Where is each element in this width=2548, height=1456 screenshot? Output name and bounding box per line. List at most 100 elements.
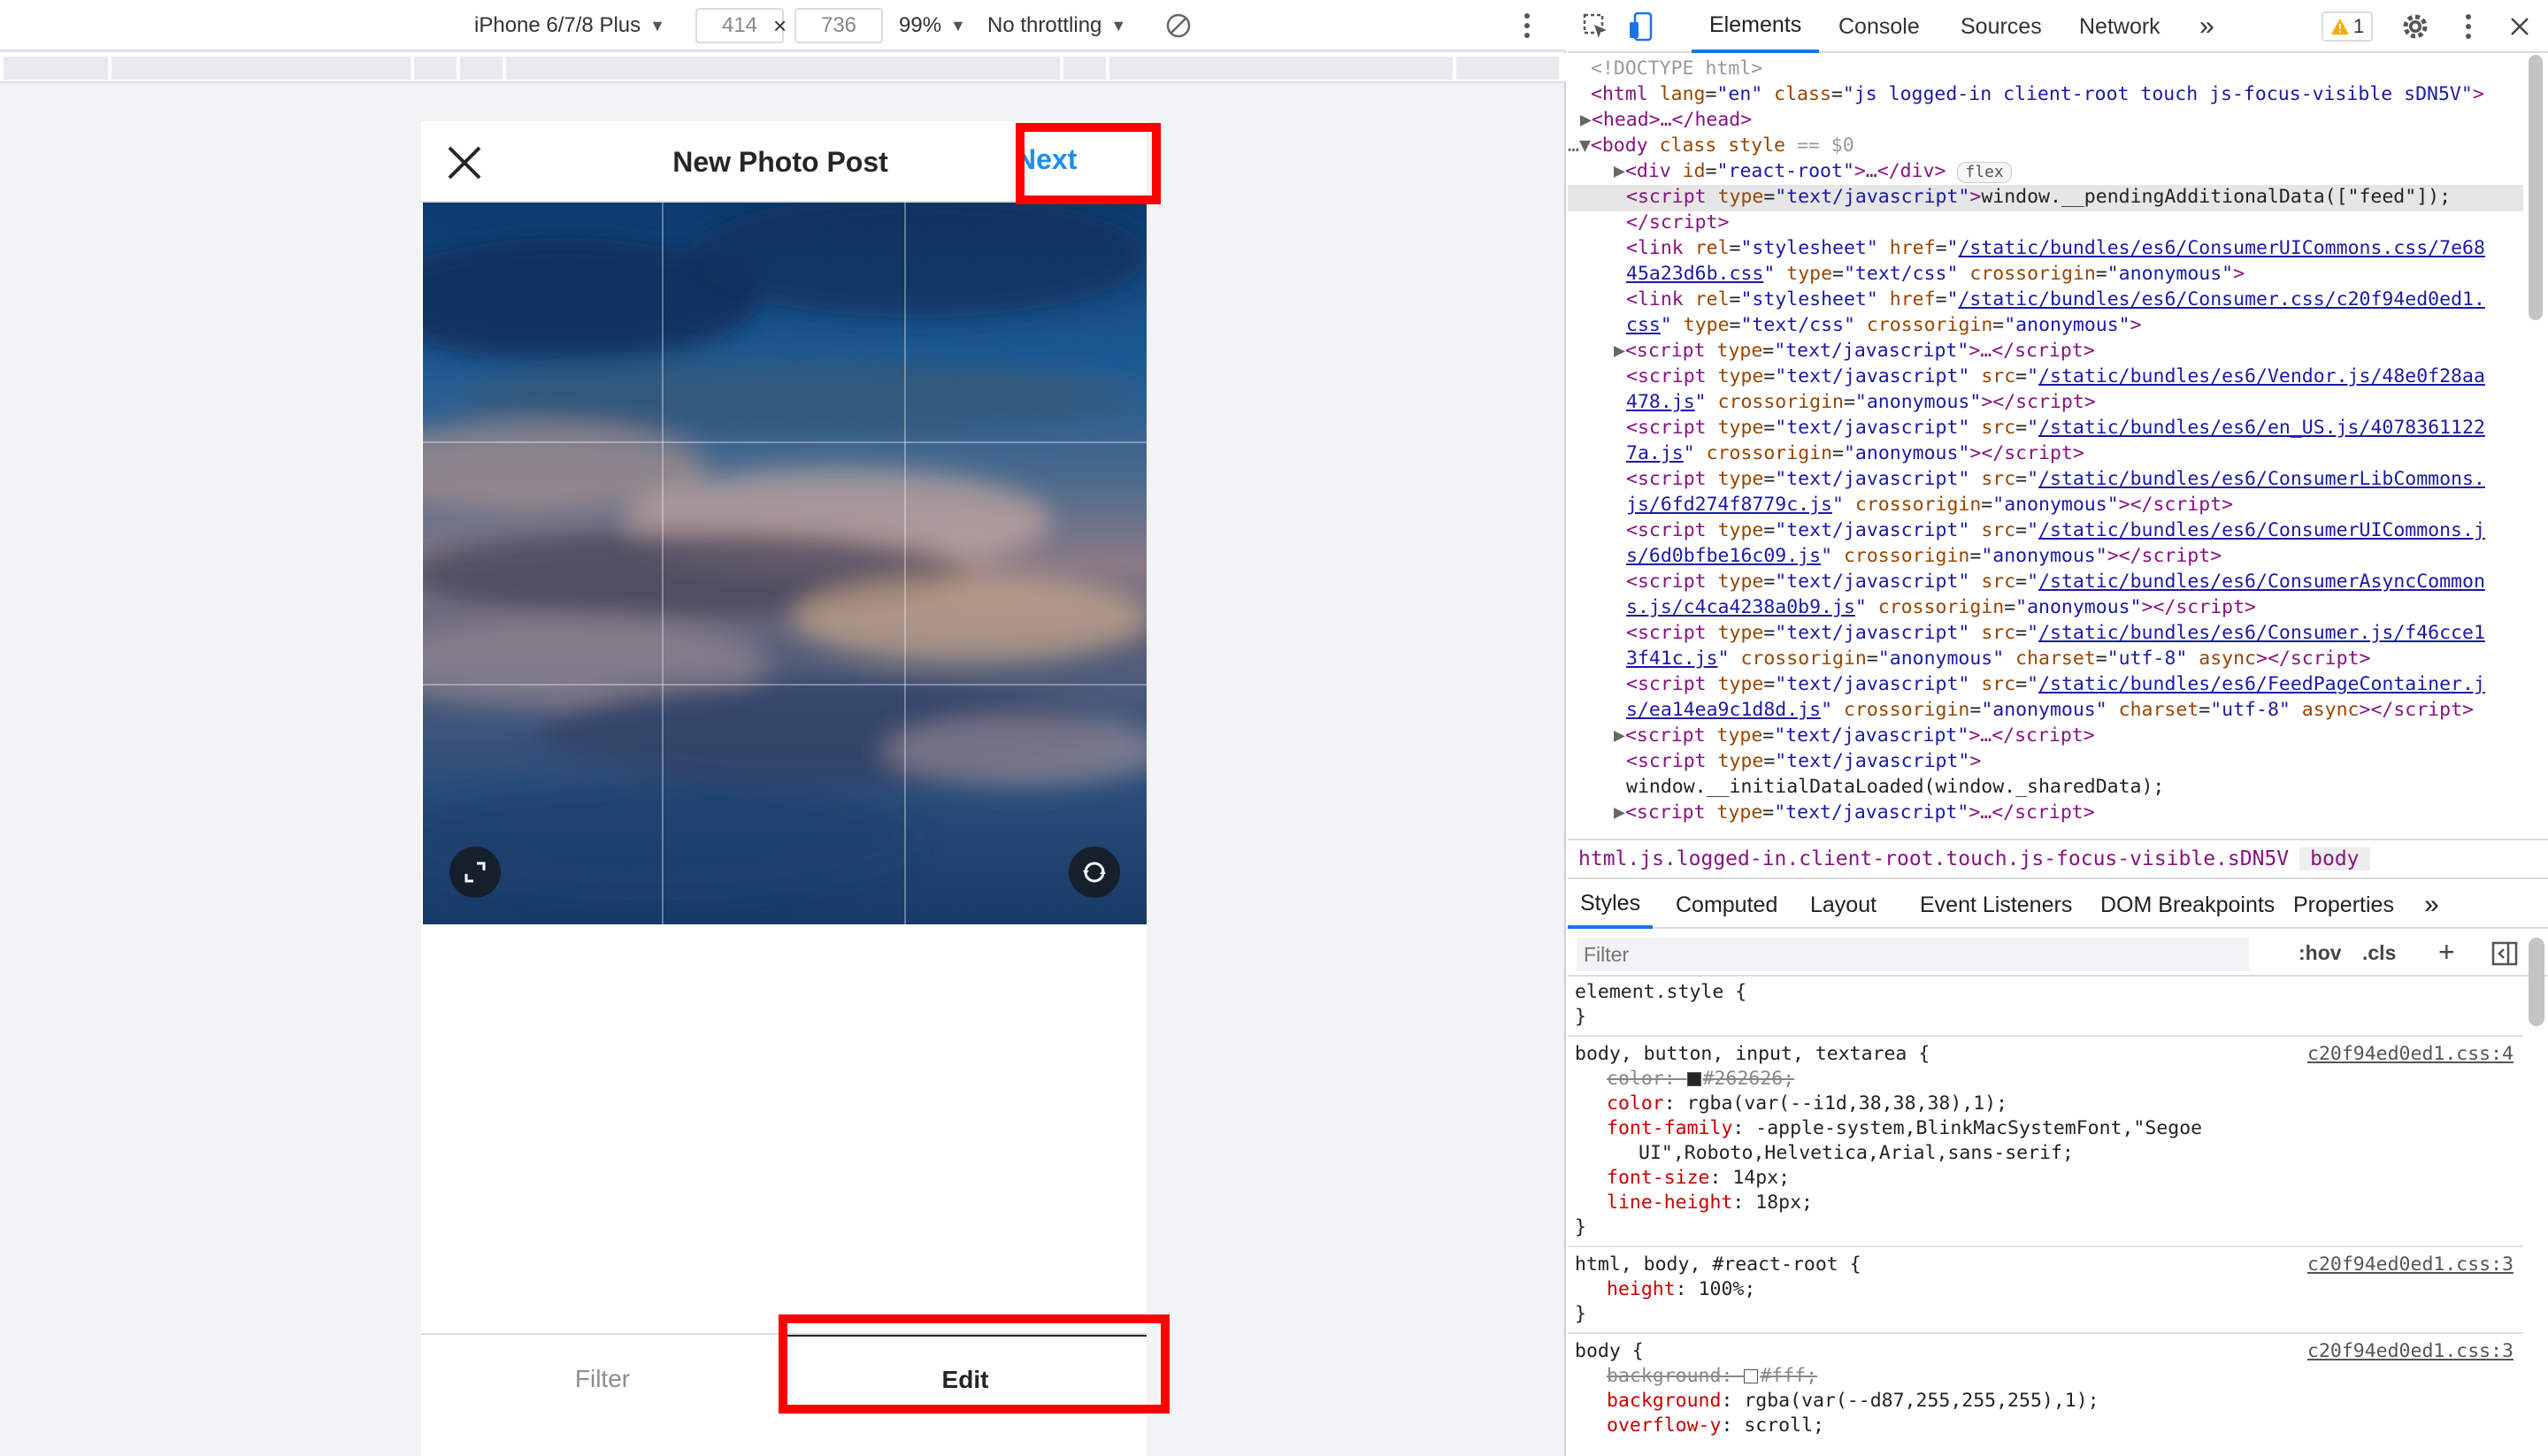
dom-line-body[interactable]: …▼<body class style == $0 [1568,133,1854,158]
add-rule-icon[interactable]: + [2438,936,2455,969]
styles-scrollbar[interactable] [2529,938,2544,1026]
expand-triangle-icon: ▶ [1614,801,1625,824]
throttling-select[interactable]: No throttling ▼ [987,0,1126,51]
dom-line[interactable]: window.__initialDataLoaded(window._share… [1626,774,2164,800]
rule-property[interactable]: color: rgba(var(--i1d,38,38,38),1); [1607,1092,2007,1116]
rule-property[interactable]: font-size: 14px; [1607,1166,1790,1191]
ruler-segment[interactable] [1109,57,1454,80]
close-icon[interactable] [2509,0,2530,53]
dom-line[interactable]: ▶<script type="text/javascript">…</scrip… [1614,800,2095,825]
ruler-segment[interactable] [414,57,458,80]
tab-elements[interactable]: Elements [1692,0,1820,53]
height-input[interactable]: 736 [794,8,883,43]
tab-edit[interactable]: Edit [784,1335,1147,1423]
dom-line[interactable]: ▶<script type="text/javascript">…</scrip… [1614,338,2095,364]
rule-property[interactable]: line-height: 18px; [1607,1191,1813,1215]
rule-source-link[interactable]: c20f94ed0ed1.css:3 [2307,1253,2513,1277]
tab-network[interactable]: Network [2079,0,2160,53]
width-input[interactable]: 414 [695,8,784,43]
dom-line[interactable]: <script type="text/javascript"> [1626,748,1981,774]
dom-scrollbar[interactable] [2527,55,2544,837]
rule-property-struck[interactable]: background: #fff; [1607,1364,1817,1389]
more-tabs-button[interactable]: » [2199,0,2214,53]
device-toggle-icon[interactable] [1628,0,1656,53]
dom-line[interactable]: <script type="text/javascript" src="/sta… [1626,671,2485,697]
expand-triangle-icon: ▶ [1614,340,1625,362]
dropdown-icon: ▼ [649,16,665,34]
rule-selector[interactable]: html, body, #react-root { [1575,1253,1861,1277]
cls-toggle[interactable]: .cls [2362,941,2396,965]
dom-line[interactable]: css" type="text/css" crossorigin="anonym… [1626,312,2142,338]
ruler-segment[interactable] [4,57,110,80]
dom-tree[interactable]: <!DOCTYPE html> <html lang="en" class="j… [1568,55,2523,837]
expand-icon[interactable] [449,847,501,898]
media-query-ruler[interactable] [0,53,1566,83]
ruler-segment[interactable] [1063,57,1108,80]
dom-line[interactable]: <script type="text/javascript">window.__… [1626,184,2451,210]
dom-line[interactable]: s.js/c4ca4238a0b9.js" crossorigin="anony… [1626,594,2256,620]
tab-properties[interactable]: Properties [2293,881,2394,929]
photo-preview[interactable] [423,203,1147,924]
dom-line[interactable]: 478.js" crossorigin="anonymous"></script… [1626,389,2096,415]
dom-line[interactable]: <script type="text/javascript" src="/sta… [1626,364,2485,389]
inspect-icon[interactable] [1582,0,1610,53]
dom-line[interactable]: 45a23d6b.css" type="text/css" crossorigi… [1626,261,2245,287]
ruler-segment[interactable] [111,57,412,80]
dom-line[interactable]: <script type="text/javascript" src="/sta… [1626,517,2485,543]
dom-line[interactable]: s/6d0bfbe16c09.js" crossorigin="anonymou… [1626,543,2222,569]
dom-line[interactable]: <script type="text/javascript" src="/sta… [1626,620,2485,646]
tab-filter[interactable]: Filter [421,1335,784,1423]
ruler-segment[interactable] [506,57,1062,80]
dom-line[interactable]: 3f41c.js" crossorigin="anonymous" charse… [1626,646,2370,671]
more-vert-icon[interactable] [1522,0,1532,51]
rule-property-struck[interactable]: color: #262626; [1607,1067,1794,1092]
tab-event-listeners[interactable]: Event Listeners [1920,881,2072,929]
settings-icon[interactable] [2401,0,2429,53]
rotate-photo-icon[interactable] [1069,847,1120,898]
sidebar-toggle-icon[interactable] [2491,941,2518,970]
more-tabs-button[interactable]: » [2424,881,2439,929]
more-vert-icon[interactable] [2463,0,2474,53]
tab-dom-breakpoints[interactable]: DOM Breakpoints [2100,881,2275,929]
hov-toggle[interactable]: :hov [2299,941,2342,965]
ruler-segment[interactable] [1456,57,1561,80]
tab-layout[interactable]: Layout [1810,881,1876,929]
rule-property[interactable]: height: 100%; [1607,1277,1755,1302]
rule-selector[interactable]: body, button, input, textarea { [1575,1042,1930,1067]
rule-source-link[interactable]: c20f94ed0ed1.css:3 [2307,1339,2513,1364]
dom-line[interactable]: <!DOCTYPE html> [1591,56,1762,81]
dom-line[interactable]: ▶<head>…</head> [1580,107,1752,133]
dom-line[interactable]: <link rel="stylesheet" href="/static/bun… [1626,287,2485,312]
styles-filter-input[interactable] [1577,938,2249,971]
dom-line[interactable]: 7a.js" crossorigin="anonymous"></script> [1626,441,2084,466]
tab-styles[interactable]: Styles [1568,881,1654,929]
rule-property[interactable]: background: rgba(var(--d87,255,255,255),… [1607,1389,2099,1414]
tab-sources[interactable]: Sources [1961,0,2042,53]
dom-line[interactable]: js/6fd274f8779c.js" crossorigin="anonymo… [1626,492,2233,517]
dom-line[interactable]: ▶<div id="react-root">…</div> flex [1614,158,2012,184]
rotate-icon[interactable] [1164,0,1193,51]
device-select[interactable]: iPhone 6/7/8 Plus ▼ [474,0,665,51]
tab-computed[interactable]: Computed [1676,881,1777,929]
dom-line[interactable]: <link rel="stylesheet" href="/static/bun… [1626,235,2485,261]
dom-line[interactable]: <html lang="en" class="js logged-in clie… [1591,81,2484,107]
ruler-segment[interactable] [460,57,504,80]
breadcrumb-html[interactable]: html.js.logged-in.client-root.touch.js-f… [1568,847,2299,870]
warnings-badge[interactable]: 1 [2322,11,2374,42]
zoom-select[interactable]: 99% ▼ [899,0,966,51]
rule-source-link[interactable]: c20f94ed0ed1.css:4 [2307,1042,2513,1067]
dom-line[interactable]: <script type="text/javascript" src="/sta… [1626,569,2485,594]
rule-line[interactable]: element.style { [1575,980,1746,1005]
style-rules[interactable]: element.style { } body, button, input, t… [1568,978,2523,1456]
tab-console[interactable]: Console [1838,0,1920,53]
dom-line[interactable]: <script type="text/javascript" src="/sta… [1626,415,2485,441]
dom-line[interactable]: ▶<script type="text/javascript">…</scrip… [1614,723,2095,748]
expand-triangle-icon: ▶ [1614,724,1625,747]
dom-line[interactable]: s/ea14ea9c1d8d.js" crossorigin="anonymou… [1626,697,2474,723]
rule-property[interactable]: font-family: -apple-system,BlinkMacSyste… [1607,1116,2202,1141]
breadcrumb-body[interactable]: body [2299,847,2370,870]
dom-line[interactable]: <script type="text/javascript" src="/sta… [1626,466,2485,492]
next-button[interactable]: Next [1016,143,1077,176]
rule-selector[interactable]: body { [1575,1339,1644,1364]
rule-property[interactable]: overflow-y: scroll; [1607,1414,1824,1438]
